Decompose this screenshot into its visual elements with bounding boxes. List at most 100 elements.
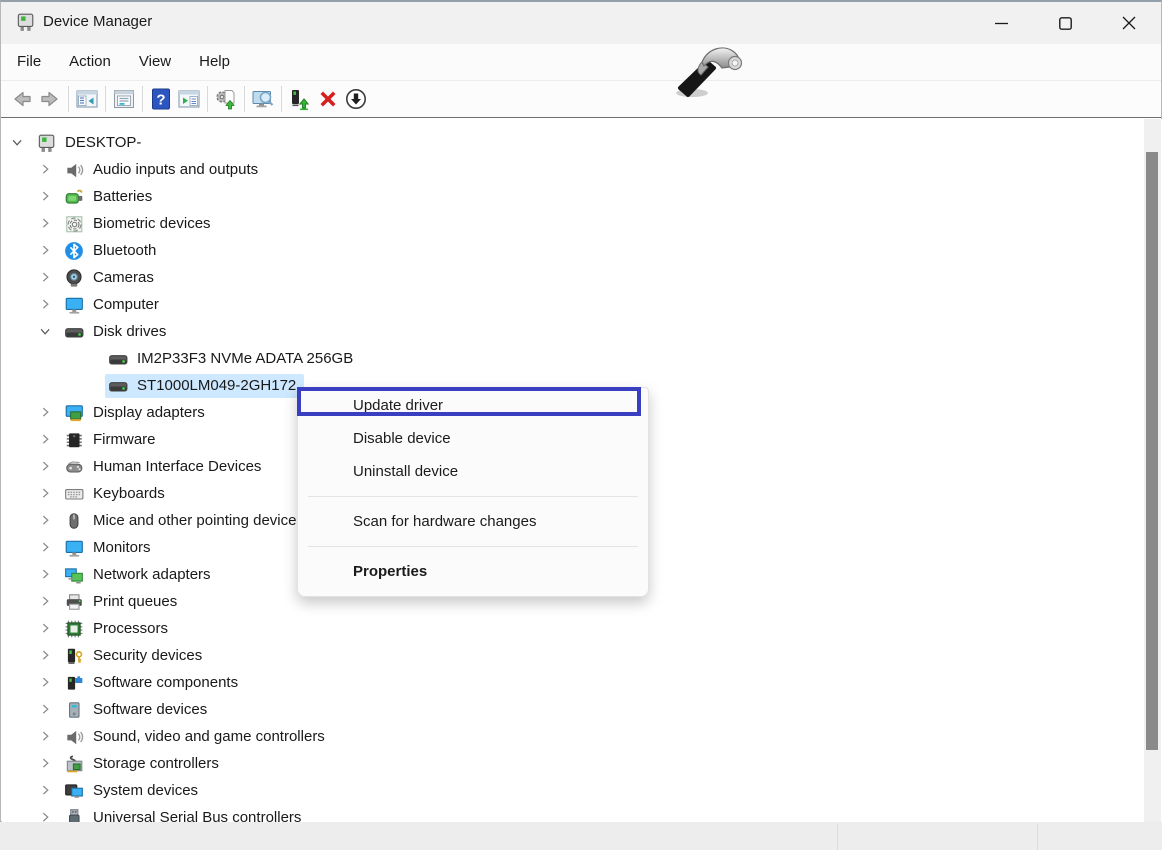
chevron-right-icon[interactable] xyxy=(38,297,54,313)
tree-item[interactable]: Sound, video and game controllers xyxy=(38,723,1140,750)
tree-item-label: Keyboards xyxy=(93,485,165,502)
minimize-button[interactable] xyxy=(969,2,1033,44)
tree-item[interactable]: IM2P33F3 NVMe ADATA 256GB xyxy=(108,345,1140,372)
tree-item[interactable]: Universal Serial Bus controllers xyxy=(38,804,1140,822)
context-menu-item-properties[interactable]: Properties xyxy=(298,555,648,588)
menu-help[interactable]: Help xyxy=(185,44,244,80)
tree-item[interactable]: Security devices xyxy=(38,642,1140,669)
context-menu-item-uninstall-device[interactable]: Uninstall device xyxy=(298,455,648,488)
minimize-icon xyxy=(995,17,1008,30)
display-adapter-icon xyxy=(64,403,84,423)
svg-text:?: ? xyxy=(156,92,165,109)
chevron-right-icon xyxy=(38,297,54,313)
chevron-right-icon[interactable] xyxy=(38,567,54,583)
context-menu-item-scan-for-hardware-changes[interactable]: Scan for hardware changes xyxy=(298,505,648,538)
chevron-right-icon[interactable] xyxy=(38,702,54,718)
chevron-right-icon[interactable] xyxy=(38,459,54,475)
chevron-right-icon[interactable] xyxy=(38,243,54,259)
show-console-tree-button[interactable] xyxy=(73,85,101,113)
chevron-right-icon xyxy=(38,189,54,205)
back-button[interactable] xyxy=(8,85,36,113)
chevron-right-icon[interactable] xyxy=(38,189,54,205)
menu-file[interactable]: File xyxy=(3,44,55,80)
chevron-right-icon[interactable] xyxy=(38,648,54,664)
toolbar: ? xyxy=(1,81,1161,118)
tree-item[interactable]: Cameras xyxy=(38,264,1140,291)
properties-button[interactable] xyxy=(110,85,138,113)
chevron-right-icon[interactable] xyxy=(38,810,54,823)
tree-item-label: Universal Serial Bus controllers xyxy=(93,809,301,822)
disable-device-button[interactable] xyxy=(342,85,370,113)
security-key-icon xyxy=(64,646,84,666)
firmware-chip-icon xyxy=(64,430,84,450)
chevron-right-icon[interactable] xyxy=(38,486,54,502)
context-menu-item-disable-device[interactable]: Disable device xyxy=(298,422,648,455)
chevron-right-icon xyxy=(38,540,54,556)
chevron-right-icon[interactable] xyxy=(38,270,54,286)
tree-item[interactable]: Software devices xyxy=(38,696,1140,723)
chevron-down-icon[interactable] xyxy=(38,324,54,340)
menu-view[interactable]: View xyxy=(125,44,185,80)
help-button[interactable]: ? xyxy=(147,85,175,113)
tree-item-label: Security devices xyxy=(93,647,202,664)
tree-item[interactable]: Processors xyxy=(38,615,1140,642)
tree-item-label: Software devices xyxy=(93,701,207,718)
tree-item[interactable]: Storage controllers xyxy=(38,750,1140,777)
tree-item[interactable]: Disk drives xyxy=(38,318,1140,345)
close-button[interactable] xyxy=(1097,2,1161,44)
chevron-right-icon[interactable] xyxy=(38,216,54,232)
keyboard-icon xyxy=(64,484,84,504)
maximize-button[interactable] xyxy=(1033,2,1097,44)
chevron-right-icon[interactable] xyxy=(38,432,54,448)
tree-item-label: Computer xyxy=(93,296,159,313)
search-computer-button[interactable] xyxy=(249,85,277,113)
computer-search-icon xyxy=(251,87,275,111)
usb-icon xyxy=(64,808,84,823)
network-adapters-icon xyxy=(64,565,84,585)
forward-button[interactable] xyxy=(36,85,64,113)
tree-item-label: IM2P33F3 NVMe ADATA 256GB xyxy=(137,350,353,367)
chevron-right-icon[interactable] xyxy=(38,594,54,610)
tree-item[interactable]: Audio inputs and outputs xyxy=(38,156,1140,183)
toolbar-separator xyxy=(105,86,106,112)
vertical-scrollbar[interactable] xyxy=(1144,119,1161,822)
bluetooth-icon xyxy=(64,241,84,261)
chevron-right-icon xyxy=(38,729,54,745)
software-device-icon xyxy=(64,700,84,720)
tree-item[interactable]: Computer xyxy=(38,291,1140,318)
uninstall-device-button[interactable] xyxy=(314,85,342,113)
titlebar: Device Manager xyxy=(1,2,1161,44)
tree-item[interactable]: Software components xyxy=(38,669,1140,696)
tree-item-label: Mice and other pointing devices xyxy=(93,512,304,529)
device-manager-icon xyxy=(15,12,35,32)
chevron-right-icon[interactable] xyxy=(38,513,54,529)
scrollbar-thumb[interactable] xyxy=(1146,152,1158,750)
chevron-down-icon[interactable] xyxy=(10,135,26,151)
monitor-icon xyxy=(64,295,84,315)
context-menu-separator xyxy=(308,496,638,497)
chevron-right-icon xyxy=(38,405,54,421)
chevron-right-icon[interactable] xyxy=(38,162,54,178)
chevron-right-icon[interactable] xyxy=(38,621,54,637)
tree-item[interactable]: System devices xyxy=(38,777,1140,804)
tree-item-label: Disk drives xyxy=(93,323,166,340)
tree-item[interactable]: Bluetooth xyxy=(38,237,1140,264)
chevron-right-icon[interactable] xyxy=(38,729,54,745)
chevron-right-icon[interactable] xyxy=(38,783,54,799)
show-action-pane-button[interactable] xyxy=(175,85,203,113)
tree-item[interactable]: Batteries xyxy=(38,183,1140,210)
chevron-right-icon[interactable] xyxy=(38,405,54,421)
disk-icon xyxy=(108,349,128,369)
scan-hardware-changes-button[interactable] xyxy=(212,85,240,113)
chevron-right-icon[interactable] xyxy=(38,540,54,556)
menu-action[interactable]: Action xyxy=(55,44,125,80)
chevron-right-icon xyxy=(38,756,54,772)
update-driver-button[interactable] xyxy=(286,85,314,113)
toolbar-separator xyxy=(207,86,208,112)
context-menu-item-update-driver[interactable]: Update driver xyxy=(298,389,648,422)
tree-item[interactable]: Biometric devices xyxy=(38,210,1140,237)
device-manager-icon xyxy=(36,133,56,153)
tree-item[interactable]: DESKTOP- xyxy=(10,129,1140,156)
chevron-right-icon[interactable] xyxy=(38,756,54,772)
chevron-right-icon[interactable] xyxy=(38,675,54,691)
